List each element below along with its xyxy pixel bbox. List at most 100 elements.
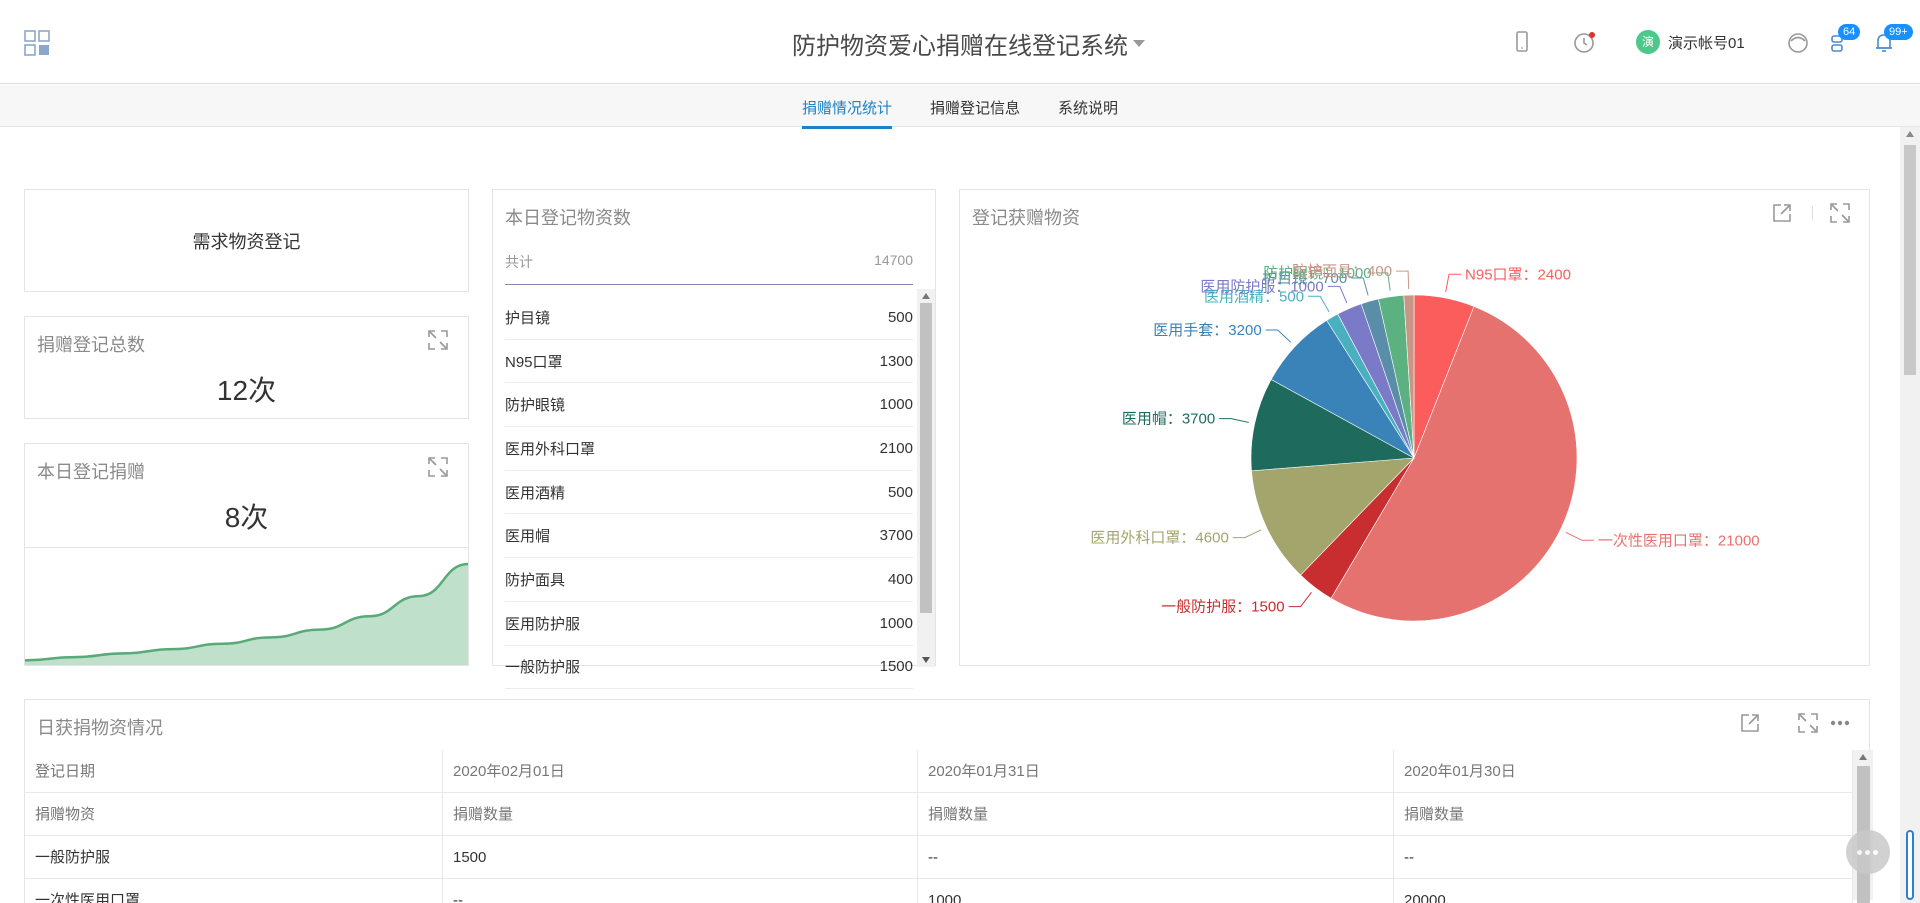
request-items-card[interactable]: 需求物资登记 — [24, 189, 469, 292]
table-cell: 一次性医用口罩 — [25, 879, 443, 903]
request-items-label: 需求物资登记 — [192, 232, 301, 252]
list-item: 医用外科口罩 2100 — [505, 427, 913, 471]
scroll-down-icon[interactable] — [922, 657, 930, 663]
card-title: 捐赠登记总数 — [37, 335, 145, 355]
tab-donation-register[interactable]: 捐赠登记信息 — [930, 97, 1020, 126]
tab-donation-stats[interactable]: 捐赠情况统计 — [802, 97, 893, 129]
total-label: 共计 — [505, 254, 533, 270]
list-item: 医用帽 3700 — [505, 514, 913, 559]
card-title: 日获捐物资情况 — [37, 718, 163, 738]
table-header-row: 登记日期 2020年02月01日 2020年01月31日 2020年01月30日 — [25, 750, 1853, 793]
table-cell: 20000 — [1394, 879, 1853, 903]
total-donations-card: 捐赠登记总数 12次 — [24, 316, 469, 419]
table-row: 一般防护服 1500 -- -- — [25, 836, 1853, 879]
table-cell: 2020年01月30日 — [1394, 750, 1853, 793]
expand-icon[interactable] — [1797, 712, 1819, 734]
list-item: 护目镜 500 — [505, 296, 913, 340]
scroll-up-icon[interactable] — [1906, 131, 1914, 137]
table-cell: 1000 — [918, 879, 1394, 903]
tab-system-info[interactable]: 系统说明 — [1058, 97, 1118, 126]
table-cell: -- — [443, 879, 918, 903]
table-scrollbar[interactable] — [1853, 750, 1873, 903]
received-items-pie-chart: N95口罩：2400 一次性医用口罩：21000 一般防护服：1500 医用外科口罩：… — [1090, 263, 1760, 622]
table-cell: -- — [918, 836, 1394, 879]
item-name: 医用防护服 — [505, 615, 581, 633]
item-value: 500 — [887, 308, 913, 326]
card-title: 本日登记物资数 — [505, 208, 631, 228]
item-value: 400 — [887, 570, 913, 588]
label-line — [1445, 273, 1462, 293]
table-row: 一次性医用口罩 -- 1000 20000 — [25, 879, 1853, 903]
mobile-icon[interactable] — [1508, 28, 1536, 56]
title-dropdown-icon[interactable] — [1133, 40, 1145, 47]
label-line — [1219, 418, 1249, 423]
page-scrollbar[interactable] — [1900, 127, 1920, 903]
user-menu[interactable]: 演 演示帐号01 — [1636, 30, 1745, 54]
slice-label: N95口罩：2400 — [1465, 266, 1571, 283]
clock-icon[interactable] — [1570, 28, 1598, 56]
float-menu-button[interactable] — [1846, 830, 1890, 874]
item-name: 医用帽 — [505, 528, 551, 546]
more-icon[interactable] — [1829, 712, 1851, 734]
open-external-icon[interactable] — [1739, 712, 1761, 734]
list-scrollbar[interactable] — [917, 289, 935, 667]
expand-icon[interactable] — [427, 456, 449, 478]
app-title[interactable]: 防护物资爱心捐赠在线登记系统 — [792, 26, 1128, 61]
table-header-row: 捐赠物资 捐赠数量 捐赠数量 捐赠数量 — [25, 793, 1853, 836]
item-value: 2100 — [879, 439, 913, 457]
items-total-row: 共计 14700 — [505, 252, 913, 285]
thermometer-icon — [1906, 830, 1914, 900]
list-item: 防护眼镜 1000 — [505, 383, 913, 428]
item-name: 医用外科口罩 — [505, 440, 596, 458]
avatar: 演 — [1636, 30, 1660, 54]
label-line — [1288, 592, 1312, 608]
tasks-badge: 64 — [1838, 24, 1861, 40]
item-name: N95口罩 — [505, 353, 563, 371]
slice-label: 医用外科口罩：4600 — [1090, 530, 1228, 547]
scroll-up-icon[interactable] — [922, 293, 930, 299]
scroll-thumb[interactable] — [920, 303, 932, 613]
label-line — [1327, 285, 1348, 304]
app-header: 防护物资爱心捐赠在线登记系统 演 演示帐号01 64 99+ — [0, 0, 1920, 84]
apps-grid-icon[interactable] — [24, 30, 50, 56]
table-cell: 捐赠数量 — [918, 793, 1394, 836]
received-items-card: 登记获赠物资 N95口罩：2400 一次性医用口罩：21000 一般防护服：1500… — [959, 189, 1870, 666]
item-name: 医用酒精 — [505, 484, 566, 502]
daily-items-card: 日获捐物资情况 登记日期 2020年02月01日 2020年01月31日 2020年0… — [24, 699, 1873, 903]
table-cell: 一般防护服 — [25, 836, 443, 879]
list-item: 医用防护服 1000 — [505, 602, 913, 646]
label-line — [1565, 531, 1594, 541]
table-cell: 1500 — [443, 836, 918, 879]
label-line — [1232, 529, 1262, 539]
label-line — [1265, 329, 1292, 343]
item-name: 防护眼镜 — [505, 397, 566, 415]
total-donations-value: 12次 — [216, 375, 277, 406]
item-value: 1500 — [879, 658, 913, 676]
item-name: 一般防护服 — [505, 659, 581, 677]
slice-label: 一般防护服：1500 — [1161, 599, 1284, 616]
table-cell: 2020年01月31日 — [918, 750, 1394, 793]
list-item: 一般防护服 1500 — [505, 646, 913, 690]
item-name: 护目镜 — [505, 309, 551, 327]
daily-items-table: 登记日期 2020年02月01日 2020年01月31日 2020年01月30日 捐赠物… — [25, 750, 1853, 903]
list-item: 医用酒精 500 — [505, 471, 913, 515]
table-cell: -- — [1394, 836, 1853, 879]
tab-bar: 捐赠情况统计 捐赠登记信息 系统说明 — [0, 85, 1920, 129]
scroll-thumb[interactable] — [1904, 145, 1916, 375]
label-line — [1308, 295, 1330, 313]
label-line — [1396, 270, 1410, 290]
item-value: 1000 — [879, 396, 913, 414]
expand-icon[interactable] — [427, 329, 449, 351]
total-value: 14700 — [874, 252, 913, 268]
today-donations-value: 8次 — [224, 502, 269, 533]
item-value: 3700 — [879, 527, 913, 545]
help-icon[interactable] — [1784, 28, 1812, 56]
slice-label: 防护面具：400 — [1292, 263, 1392, 280]
scroll-up-icon[interactable] — [1859, 754, 1867, 760]
item-value: 500 — [887, 483, 913, 501]
list-item: 防护面具 400 — [505, 558, 913, 602]
table-cell: 2020年02月01日 — [443, 750, 918, 793]
area-fill — [25, 564, 468, 665]
table-cell: 捐赠数量 — [1394, 793, 1853, 836]
items-list: 护目镜 500 N95口罩 1300 防护眼镜 1000 医用外科口罩 2100 医用酒精 500… — [505, 296, 913, 690]
